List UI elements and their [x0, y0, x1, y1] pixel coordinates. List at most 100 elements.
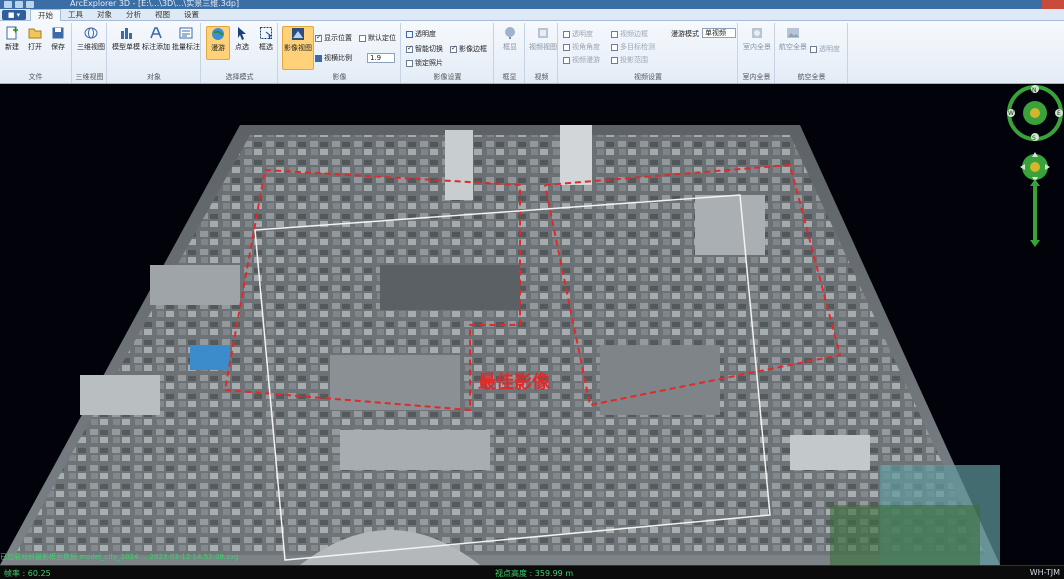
tab-5[interactable]: 设置 — [177, 9, 206, 21]
checkbox-box — [563, 30, 570, 38]
preview-button[interactable]: 框显 — [498, 26, 522, 60]
building-model-icon — [121, 28, 132, 39]
checkbox-box — [406, 59, 413, 67]
transparency-control[interactable]: 透明度 — [406, 29, 436, 39]
video-border-checkbox[interactable]: 视频边框 — [611, 29, 648, 39]
qa-save-icon[interactable] — [4, 1, 12, 8]
group-select-mode: 漫游 点选 框选 选择模式 — [202, 23, 278, 83]
batch-label-button[interactable]: 批量标注 — [172, 26, 200, 60]
lock-photo-checkbox[interactable]: 锁定照片 — [406, 58, 443, 68]
3d-viewport[interactable]: N S W E 最佳影像 — [0, 85, 1064, 565]
best-image-label: 最佳影像 — [478, 371, 551, 393]
group-aerial-panorama: 航空全景 透明度 航空全景 — [776, 23, 848, 83]
group-video: 视频视图 视频 — [526, 23, 558, 83]
frame-rate-readout: 帧率 : 60.25 — [4, 569, 51, 578]
group-file: 新建 打开 保存 文件 — [0, 23, 72, 83]
navigation-compass[interactable]: N S W E — [1007, 85, 1063, 142]
group-image: 影像视图 显示位置 默认定位 视横比例 1.9 影像 — [279, 23, 401, 83]
city-model-roofs — [15, 135, 985, 555]
ribbon: 新建 打开 保存 文件 三维视图 三维视图 模型单模 标注添加 批量标注 对象 … — [0, 21, 1064, 84]
tab-4[interactable]: 视图 — [148, 9, 177, 21]
cursor-arrow-icon — [238, 27, 246, 40]
checkbox-box — [315, 33, 322, 42]
checkbox-box — [611, 56, 618, 64]
checkbox-box — [611, 43, 618, 51]
qa-undo-icon[interactable] — [15, 1, 23, 8]
coordinate-system-readout: WH-TJM — [1029, 568, 1060, 577]
checkbox-box — [359, 34, 366, 42]
video-transparency-control[interactable]: 透明度 — [563, 29, 593, 39]
folder-icon — [28, 28, 42, 39]
image-view-button[interactable]: 影像视图 — [282, 26, 314, 70]
new-icon — [6, 26, 18, 40]
app-menu-button[interactable]: ■ ▾ — [2, 10, 26, 20]
tab-0[interactable]: 开始 — [30, 9, 61, 21]
view-ratio-spinner[interactable]: 1.9 — [367, 53, 395, 63]
group-preview: 框显 框显 — [495, 23, 525, 83]
compass-west-label: W — [1008, 110, 1014, 117]
tab-1[interactable]: 工具 — [61, 9, 90, 21]
minimize-button[interactable] — [1010, 0, 1026, 9]
point-select-button[interactable]: 点选 — [230, 26, 254, 60]
film-icon — [538, 28, 548, 38]
show-position-checkbox[interactable]: 显示位置 — [315, 33, 352, 43]
ribbon-tabs: 开始 工具 对象 分析 视图 设置 — [30, 9, 206, 21]
compass-east-label: E — [1057, 110, 1061, 117]
ribbon-tab-strip: ■ ▾ 开始 工具 对象 分析 视图 设置 — [0, 9, 1064, 21]
roam-mode-dropdown[interactable]: 单视频 — [702, 28, 736, 38]
tab-3[interactable]: 分析 — [119, 9, 148, 21]
tab-2[interactable]: 对象 — [90, 9, 119, 21]
compass-south-label: S — [1032, 135, 1036, 142]
new-button[interactable]: 新建 — [0, 26, 24, 60]
globe-layers-icon — [84, 27, 98, 39]
checkbox-box — [450, 44, 457, 53]
smart-switch-checkbox[interactable]: 智能切换 — [406, 44, 443, 54]
compass-north-label: N — [1032, 87, 1037, 94]
pan-control[interactable] — [1020, 152, 1050, 182]
checkbox-box — [563, 43, 570, 51]
batch-label-icon — [179, 27, 193, 39]
status-bar: 帧率 : 60.25 视点高度 : 359.99 m WH-TJM — [0, 565, 1064, 579]
balloon-preview-icon — [505, 27, 515, 39]
checkbox-box — [406, 44, 413, 53]
indoor-panorama-button[interactable]: 室内全景 — [743, 26, 771, 60]
aerial-transparency-control[interactable]: 透明度 — [810, 44, 840, 54]
roam-button[interactable]: 漫游 — [206, 26, 230, 60]
city-model-scene[interactable]: N S W E 最佳影像 — [0, 85, 1064, 565]
open-button[interactable]: 打开 — [23, 26, 47, 60]
window-title: ArcExplorer 3D - [E:\...\3D\...\实景三维.3dp… — [70, 0, 240, 8]
model-single-button[interactable]: 模型单模 — [112, 26, 140, 60]
checkbox-box — [563, 56, 570, 64]
view-ratio-label: 视横比例 — [315, 53, 352, 63]
label-add-button[interactable]: 标注添加 — [142, 26, 170, 60]
default-locate-checkbox[interactable]: 默认定位 — [359, 33, 396, 43]
transparency-icon — [406, 30, 413, 38]
view-angle-control[interactable]: 视角角度 — [563, 42, 600, 52]
group-object: 模型单模 标注添加 批量标注 对象 — [108, 23, 201, 83]
group-indoor-panorama: 室内全景 室内全景 — [739, 23, 775, 83]
group-image-settings: 透明度 智能切换 影像边框 锁定照片 影像设置 — [402, 23, 494, 83]
aerial-panorama-icon — [787, 28, 799, 38]
video-roam-control[interactable]: 视频漫游 — [563, 55, 600, 65]
box-select-button[interactable]: 框选 — [254, 26, 278, 60]
view-height-readout: 视点高度 : 359.99 m — [495, 569, 574, 578]
close-button[interactable] — [1042, 0, 1064, 9]
group-3d-view: 三维视图 三维视图 — [73, 23, 107, 83]
image-view-icon — [292, 28, 304, 40]
quick-access-toolbar[interactable] — [4, 0, 34, 9]
image-border-checkbox[interactable]: 影像边框 — [450, 44, 487, 54]
text-label-icon — [150, 27, 162, 39]
maximize-button[interactable] — [1026, 0, 1042, 9]
save-button[interactable]: 保存 — [46, 26, 70, 60]
qa-redo-icon[interactable] — [26, 1, 34, 8]
zoom-slider[interactable] — [1030, 179, 1040, 247]
roam-mode-label: 漫游模式 — [671, 30, 699, 38]
save-icon — [52, 27, 64, 39]
multi-detect-checkbox[interactable]: 多目标检测 — [611, 42, 655, 52]
indoor-panorama-icon — [752, 28, 762, 38]
ratio-icon — [315, 54, 322, 62]
video-view-button[interactable]: 视频视图 — [529, 26, 557, 60]
projection-range-checkbox[interactable]: 投影范围 — [611, 55, 648, 65]
3d-view-button[interactable]: 三维视图 — [77, 26, 105, 60]
aerial-panorama-button[interactable]: 航空全景 — [778, 26, 808, 60]
